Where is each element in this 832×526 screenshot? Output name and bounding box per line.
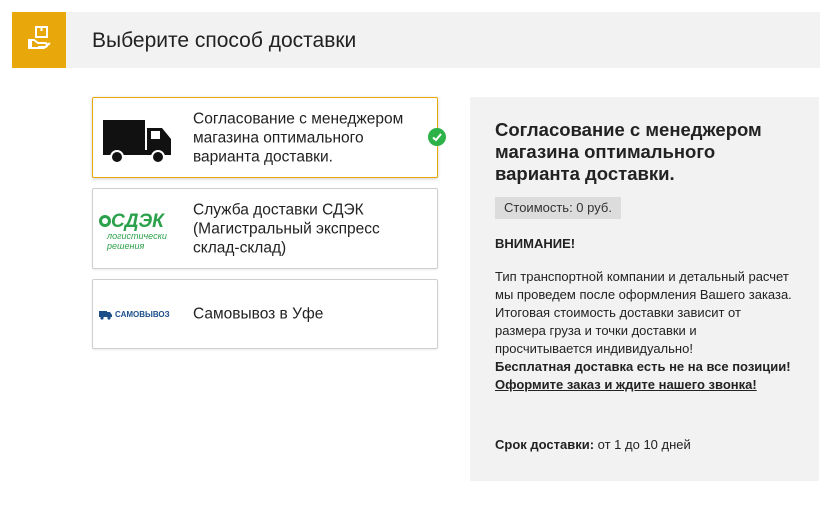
cdek-logo-text: СДЭК [111,211,165,232]
attention-heading: ВНИМАНИЕ! [495,236,576,251]
delivery-option-cdek[interactable]: СДЭК логистически решения Служба доставк… [92,188,438,269]
details-panel: Согласование с менеджером магазина оптим… [470,97,819,481]
order-call-link[interactable]: Оформите заказ и ждите нашего звонка! [495,377,757,392]
cdek-logo: СДЭК логистически решения [95,191,179,266]
page-title: Выберите способ доставки [92,29,357,52]
details-note: Тип транспортной компании и детальный ра… [495,268,795,394]
svg-text:решения: решения [106,241,144,251]
delivery-option-pickup[interactable]: САМОВЫВОЗ Самовывоз в Уфе [92,279,438,349]
svg-text:логистически: логистически [106,231,167,241]
pickup-logo: САМОВЫВОЗ [95,282,179,346]
option-label: Служба доставки СДЭК (Магистральный эксп… [193,201,380,256]
header-icon-box [12,12,66,68]
cost-badge: Стоимость: 0 руб. [495,197,621,219]
note-bold: Бесплатная доставка есть не на все позиц… [495,359,791,374]
hand-package-icon [25,24,53,57]
delivery-term: Срок доставки: от 1 до 10 дней [495,437,691,452]
term-value: от 1 до 10 дней [594,437,691,452]
term-label: Срок доставки: [495,437,595,452]
delivery-option-manager[interactable]: Согласование с менеджером магазина оптим… [92,97,438,178]
option-label: Самовывоз в Уфе [193,305,324,323]
details-title: Согласование с менеджером магазина оптим… [495,119,762,184]
note-line-1: Тип транспортной компании и детальный ра… [495,269,792,302]
selected-check-icon [428,128,446,146]
note-line-2: Итоговая стоимость доставки зависит от р… [495,305,741,356]
truck-icon [95,100,179,175]
pickup-logo-text: САМОВЫВОЗ [115,310,170,319]
option-label: Согласование с менеджером магазина оптим… [193,110,404,165]
